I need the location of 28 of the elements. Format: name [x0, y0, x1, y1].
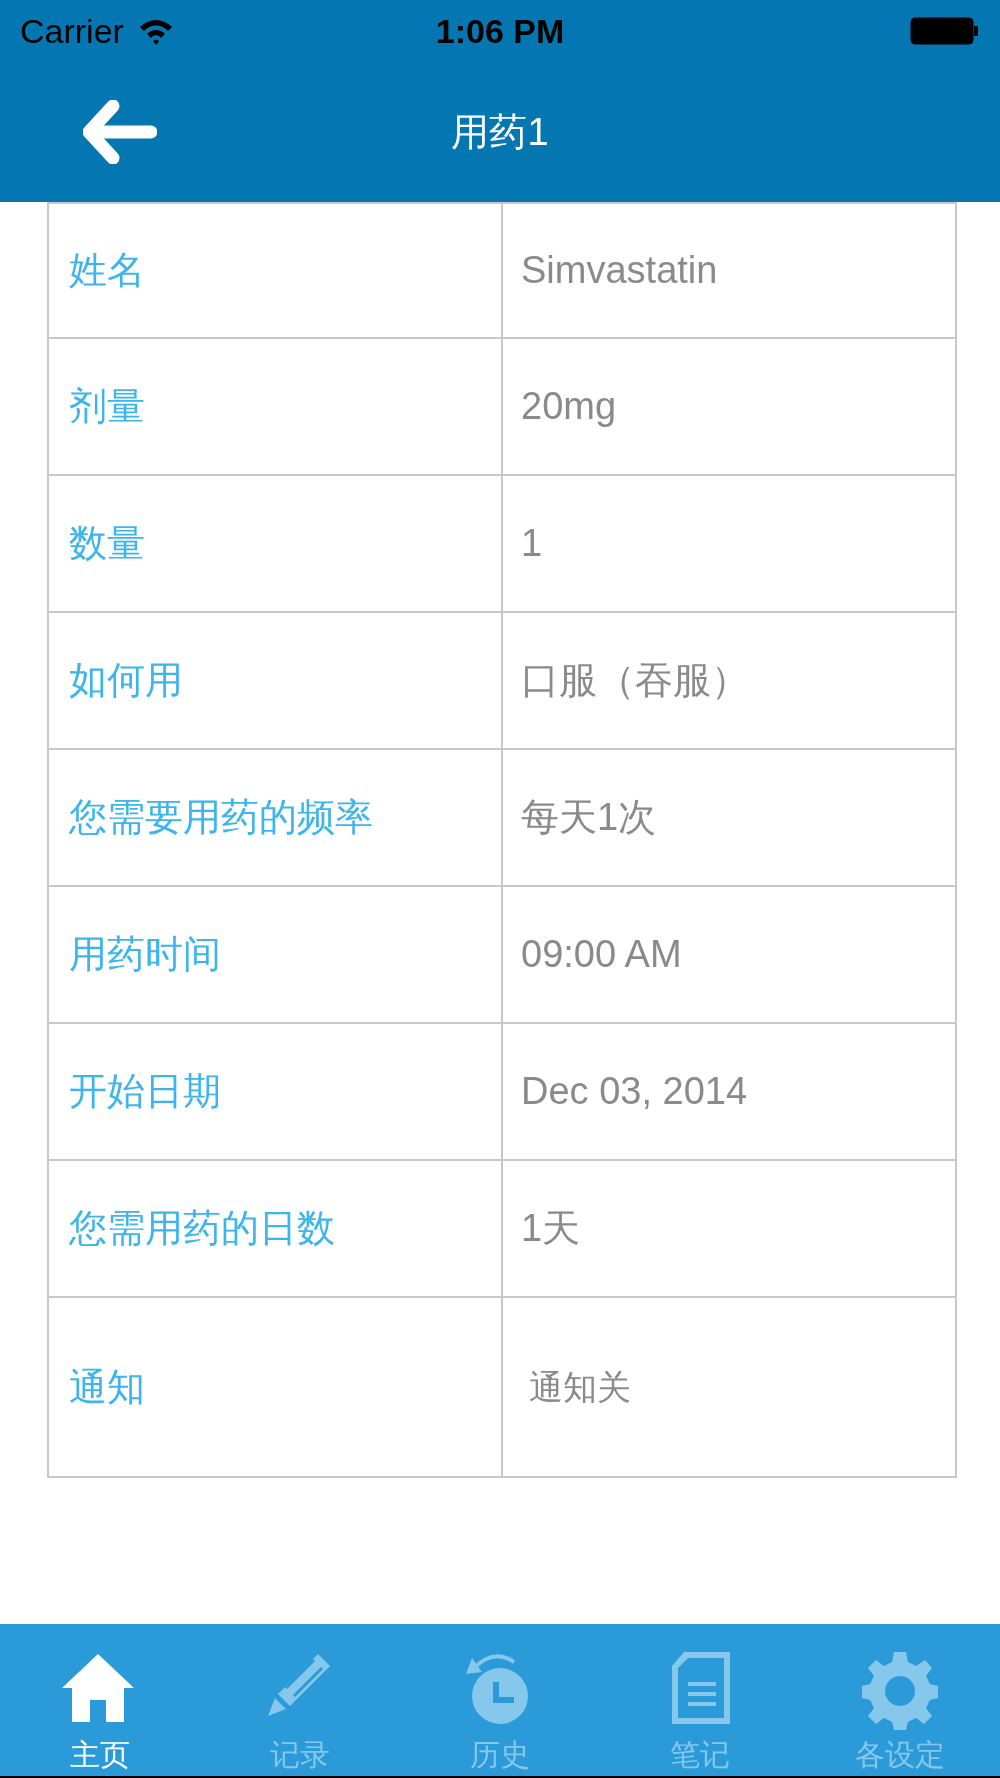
- tab-bar-item[interactable]: 历史: [400, 1624, 600, 1776]
- field-value: 每天1次: [503, 750, 957, 885]
- field-label: 如何用: [49, 613, 503, 748]
- field-value: 1: [503, 476, 957, 611]
- clock-time: 1:06 PM: [435, 10, 565, 52]
- field-label: 开始日期: [49, 1024, 503, 1159]
- carrier-name: Carrier: [20, 10, 124, 52]
- screen-title: 用药1: [451, 109, 549, 155]
- tab-bar-item[interactable]: 主页: [0, 1624, 200, 1776]
- field-value: Simvastatin: [503, 204, 957, 337]
- field-value: 通知关: [503, 1298, 957, 1476]
- field-value: 口服（吞服）: [503, 613, 957, 748]
- field-value: 1天: [503, 1161, 957, 1296]
- tab-bar-item[interactable]: 笔记: [600, 1624, 800, 1776]
- field-value: 20mg: [503, 339, 957, 474]
- field-label: 剂量: [49, 339, 503, 474]
- battery-icon: [910, 17, 980, 45]
- tab-bar-item[interactable]: 各设定: [800, 1624, 1000, 1776]
- tab-bar-item[interactable]: 记录: [200, 1624, 400, 1776]
- back-arrow-icon: [83, 100, 157, 164]
- field-label: 您需要用药的频率: [49, 750, 503, 885]
- field-label: 数量: [49, 476, 503, 611]
- field-label: 姓名: [49, 204, 503, 337]
- field-label: 通知: [49, 1298, 503, 1476]
- field-value: Dec 03, 2014: [503, 1024, 957, 1159]
- field-label: 用药时间: [49, 887, 503, 1022]
- field-label: 您需用药的日数: [49, 1161, 503, 1296]
- field-value: 09:00 AM: [503, 887, 957, 1022]
